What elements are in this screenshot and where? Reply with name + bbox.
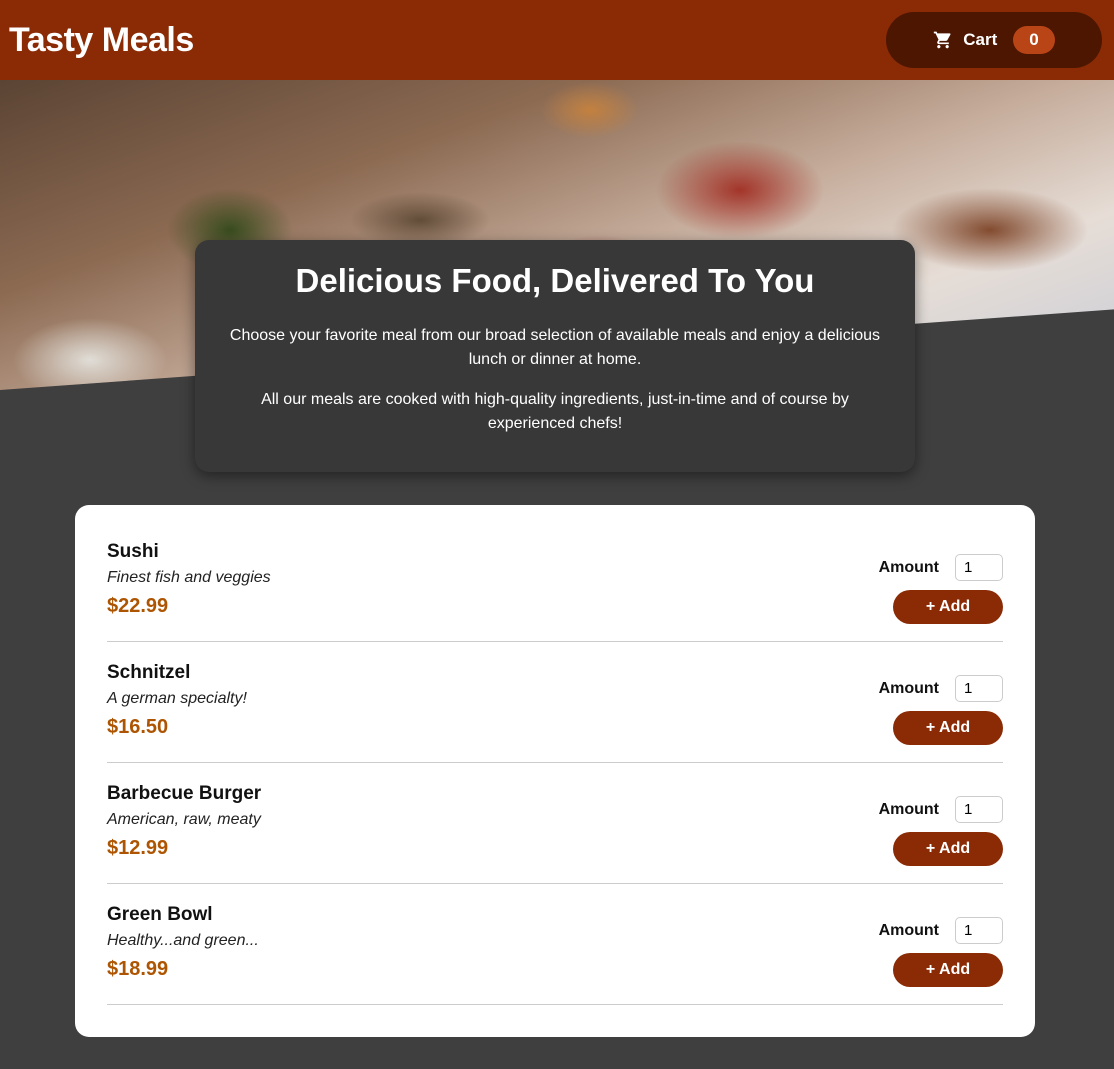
amount-row: Amount	[879, 554, 1003, 581]
amount-input[interactable]	[955, 675, 1003, 702]
shopping-cart-icon	[933, 30, 953, 50]
meal-form: Amount + Add	[879, 541, 1003, 641]
meal-item: Sushi Finest fish and veggies $22.99 Amo…	[107, 521, 1003, 642]
app-title: Tasty Meals	[9, 20, 194, 59]
meal-name: Sushi	[107, 541, 159, 562]
amount-input[interactable]	[955, 917, 1003, 944]
amount-label: Amount	[878, 921, 939, 939]
meal-form: Amount + Add	[879, 904, 1003, 1004]
meal-form: Amount + Add	[879, 783, 1003, 883]
amount-label: Amount	[878, 679, 939, 697]
meal-name: Schnitzel	[107, 662, 191, 683]
cart-count-badge: 0	[1013, 26, 1055, 54]
amount-input[interactable]	[955, 554, 1003, 581]
meal-info: Sushi Finest fish and veggies $22.99	[107, 541, 271, 641]
meal-price: $16.50	[107, 716, 169, 738]
meal-name: Barbecue Burger	[107, 783, 262, 804]
summary-heading: Delicious Food, Delivered To You	[295, 262, 815, 299]
meal-form: Amount + Add	[879, 662, 1003, 762]
meal-item: Barbecue Burger American, raw, meaty $12…	[107, 763, 1003, 884]
meal-name: Green Bowl	[107, 904, 213, 925]
meal-info: Schnitzel A german specialty! $16.50	[107, 662, 247, 762]
amount-row: Amount	[879, 917, 1003, 944]
cart-label: Cart	[963, 30, 998, 49]
meal-description: Finest fish and veggies	[107, 569, 271, 586]
add-button[interactable]: + Add	[893, 832, 1003, 866]
meal-description: A german specialty!	[107, 690, 247, 707]
add-button[interactable]: + Add	[893, 953, 1003, 987]
amount-input[interactable]	[955, 796, 1003, 823]
cart-button[interactable]: Cart 0	[886, 12, 1102, 68]
meal-item: Green Bowl Healthy...and green... $18.99…	[107, 884, 1003, 1005]
meal-price: $22.99	[107, 595, 169, 617]
meal-info: Green Bowl Healthy...and green... $18.99	[107, 904, 259, 1004]
amount-row: Amount	[879, 675, 1003, 702]
summary-paragraph: Choose your favorite meal from our broad…	[229, 327, 881, 368]
summary-paragraph: All our meals are cooked with high-quali…	[261, 391, 849, 432]
meal-price: $12.99	[107, 837, 169, 859]
summary-card: Delicious Food, Delivered To You Choose …	[195, 240, 915, 472]
add-button[interactable]: + Add	[893, 590, 1003, 624]
add-button[interactable]: + Add	[893, 711, 1003, 745]
meal-description: Healthy...and green...	[107, 932, 259, 949]
amount-label: Amount	[878, 800, 939, 818]
amount-row: Amount	[879, 796, 1003, 823]
app-header: Tasty Meals Cart 0	[0, 0, 1114, 80]
amount-label: Amount	[878, 558, 939, 576]
meal-item: Schnitzel A german specialty! $16.50 Amo…	[107, 642, 1003, 763]
meals-list: Sushi Finest fish and veggies $22.99 Amo…	[75, 505, 1035, 1037]
meal-description: American, raw, meaty	[107, 811, 261, 828]
meal-info: Barbecue Burger American, raw, meaty $12…	[107, 783, 261, 883]
meal-price: $18.99	[107, 958, 169, 980]
